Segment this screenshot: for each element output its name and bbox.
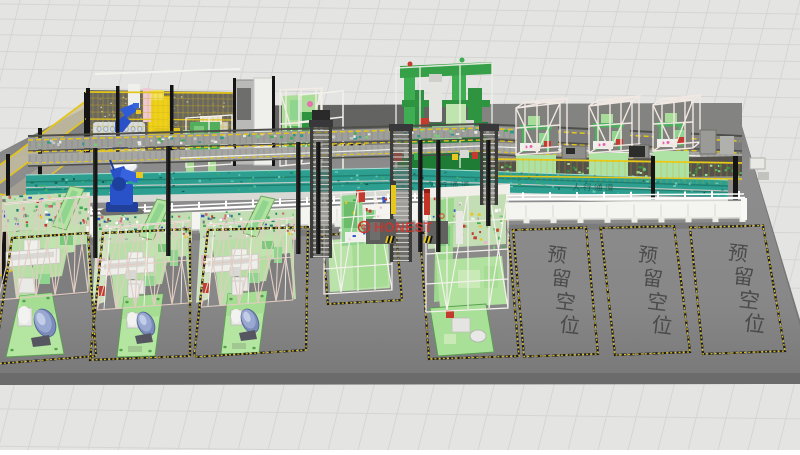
svg-text:位: 位	[743, 311, 767, 337]
svg-text:位: 位	[558, 313, 581, 338]
svg-text:空: 空	[646, 290, 669, 315]
svg-text:空: 空	[554, 290, 577, 315]
svg-text:预: 预	[727, 242, 749, 266]
svg-text:留: 留	[550, 267, 572, 291]
svg-text:位: 位	[650, 314, 673, 339]
svg-text:预: 预	[546, 243, 568, 267]
svg-text:预: 预	[637, 244, 659, 268]
svg-text:空: 空	[737, 288, 760, 313]
svg-text:留: 留	[732, 265, 755, 290]
svg-text:人行通道: 人行通道	[572, 182, 616, 193]
svg-text:HONEST: HONEST	[374, 220, 433, 235]
svg-text:留: 留	[641, 266, 664, 291]
